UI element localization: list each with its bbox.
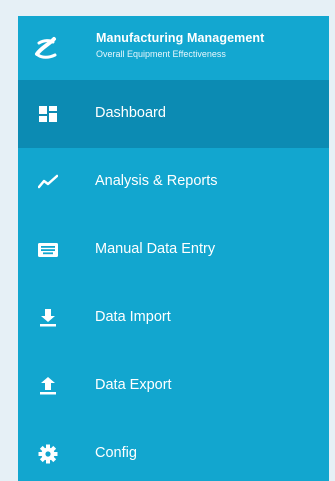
sidebar: Manufacturing Management Overall Equipme… [18, 16, 329, 481]
menu-label-dashboard: Dashboard [95, 105, 166, 121]
upload-icon [40, 377, 56, 395]
menu-item-data-import[interactable]: Data Import [18, 284, 329, 352]
menu-label-data-import: Data Import [95, 309, 171, 325]
menu-label-data-export: Data Export [95, 377, 172, 393]
menu-item-analysis-reports[interactable]: Analysis & Reports [18, 148, 329, 216]
menu-label-analysis-reports: Analysis & Reports [95, 173, 218, 189]
menu-label-config: Config [95, 445, 137, 461]
menu-item-manual-data-entry[interactable]: Manual Data Entry [18, 216, 329, 284]
line-chart-icon [38, 174, 58, 189]
app-title: Manufacturing Management [96, 31, 265, 45]
sidebar-header: Manufacturing Management Overall Equipme… [18, 16, 329, 80]
menu-label-manual-data-entry: Manual Data Entry [95, 241, 216, 257]
dashboard-icon [39, 106, 57, 122]
keyboard-icon [38, 243, 58, 257]
app-subtitle: Overall Equipment Effectiveness [96, 49, 226, 59]
nav-menu: Dashboard Analysis & Reports Manual Data… [18, 80, 329, 481]
menu-item-data-export[interactable]: Data Export [18, 352, 329, 420]
app-logo-icon [35, 37, 57, 59]
app-window: Manufacturing Management Overall Equipme… [0, 0, 335, 481]
menu-item-config[interactable]: Config [18, 420, 329, 481]
gear-icon [38, 444, 58, 464]
menu-item-dashboard[interactable]: Dashboard [18, 80, 329, 148]
download-icon [40, 309, 56, 327]
